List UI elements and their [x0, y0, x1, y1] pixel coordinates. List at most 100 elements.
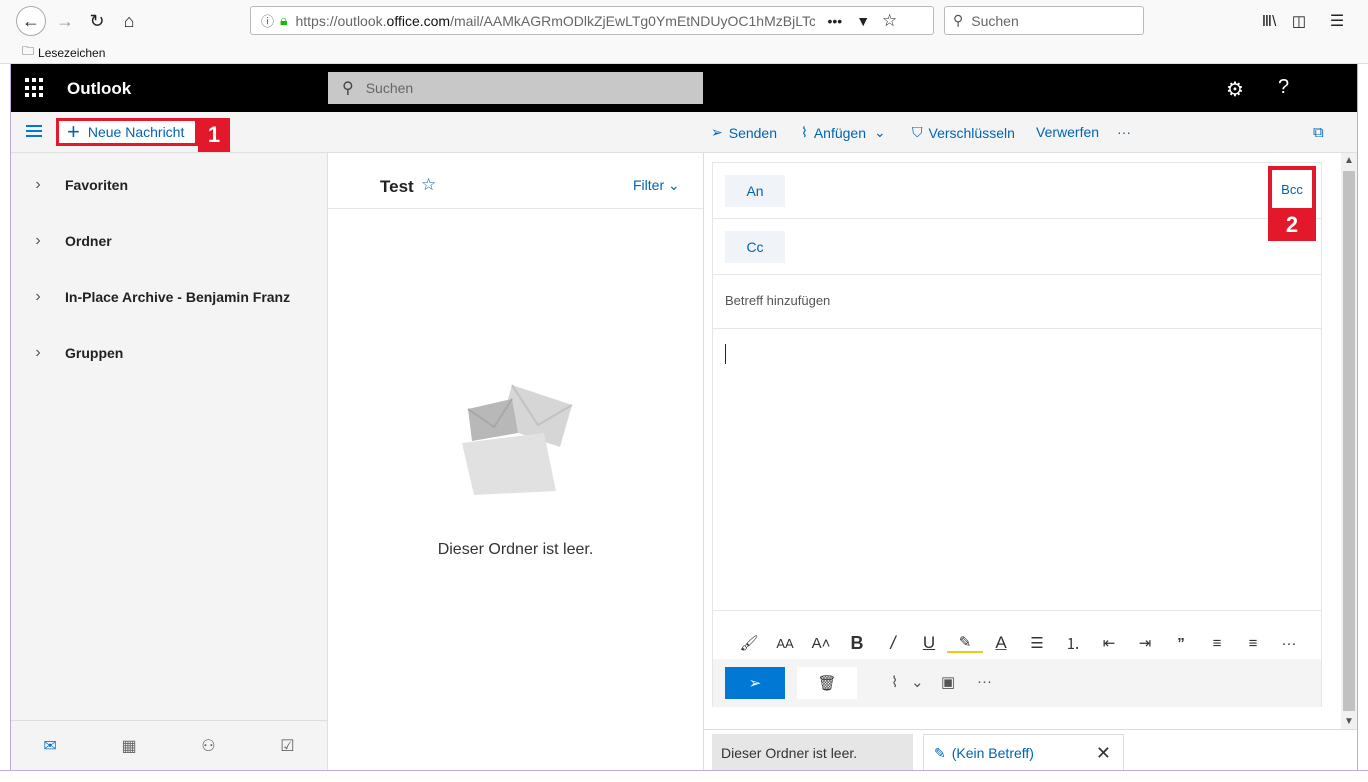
shield-icon: ⛉: [912, 124, 923, 140]
bullets-icon[interactable]: ☰: [1019, 634, 1055, 652]
browser-toolbar: ← → ↻ ⌂ ⓘ 🔒︎ https://outlook.office.com/…: [0, 0, 1368, 64]
send-button[interactable]: ➢: [725, 667, 785, 699]
divider: [713, 274, 1321, 275]
chevron-right-icon: ›: [35, 344, 41, 361]
page-actions-icon[interactable]: •••: [827, 13, 842, 29]
bold-icon[interactable]: B: [839, 633, 875, 654]
bookmarks-folder[interactable]: 🗀 Lesezeichen: [22, 42, 105, 63]
info-icon[interactable]: ⓘ: [261, 11, 274, 30]
filter-button[interactable]: Filter ⌄: [633, 177, 680, 194]
menu-icon[interactable]: ☰: [1322, 6, 1352, 36]
decrease-indent-icon[interactable]: ⇤: [1091, 634, 1127, 652]
people-icon[interactable]: ⚇: [201, 736, 215, 756]
attach-label: Anfügen: [813, 124, 867, 141]
back-arrow-icon[interactable]: ←: [16, 6, 46, 36]
font-color-icon[interactable]: A: [983, 633, 1019, 653]
scroll-up-icon[interactable]: ▲: [1344, 155, 1354, 166]
hamburger-icon[interactable]: [26, 125, 42, 140]
to-button[interactable]: An: [725, 175, 785, 207]
module-switcher: ✉ ▦ ⚇ ☑: [11, 720, 327, 770]
more-commands-icon[interactable]: ···: [1117, 124, 1131, 140]
empty-folder-text: Dieser Ordner ist leer.: [437, 541, 594, 558]
chevron-down-icon: ⌄: [874, 124, 886, 140]
insert-image-icon[interactable]: ▣: [941, 673, 955, 691]
sidebar-icon[interactable]: ◫: [1284, 6, 1314, 36]
tab-label: (Kein Betreff): [951, 745, 1034, 761]
close-icon[interactable]: ✕: [1096, 743, 1111, 764]
cc-button[interactable]: Cc: [725, 231, 785, 263]
italic-icon[interactable]: /: [875, 633, 911, 654]
nav-item-archive[interactable]: › In-Place Archive - Benjamin Franz: [11, 269, 327, 325]
body-editor-caret[interactable]: [725, 344, 726, 364]
folder-pane: › Favoriten › Ordner › In-Place Archive …: [11, 153, 328, 770]
discard-command[interactable]: Verwerfen: [1036, 124, 1099, 140]
formatting-toolbar: 🖌︎ AA A˄ B / U ✎ A ☰ ⒈ ⇤ ⇥ ” ≡ ≡ ···: [713, 623, 1321, 663]
vertical-scrollbar[interactable]: ▲ ▼: [1341, 153, 1357, 729]
highlight-icon[interactable]: ✎: [947, 633, 983, 653]
divider: [713, 610, 1321, 611]
search-icon: ⚲: [342, 80, 354, 97]
browser-search-input[interactable]: ⚲ Suchen: [944, 6, 1144, 35]
more-formatting-icon[interactable]: ···: [1271, 635, 1307, 652]
scroll-down-icon[interactable]: ▼: [1344, 716, 1354, 727]
nav-item-label: Gruppen: [65, 345, 124, 361]
increase-indent-icon[interactable]: ⇥: [1127, 634, 1163, 652]
new-message-button[interactable]: + Neue Nachricht: [56, 118, 198, 146]
forward-arrow-icon[interactable]: →: [50, 6, 80, 36]
more-options-icon[interactable]: ···: [977, 673, 992, 690]
scrollbar-thumb[interactable]: [1343, 171, 1355, 711]
numbering-icon[interactable]: ⒈: [1055, 633, 1091, 654]
favorite-star-icon[interactable]: ☆: [421, 175, 436, 195]
home-icon[interactable]: ⌂: [114, 6, 144, 36]
help-icon[interactable]: ?: [1278, 76, 1289, 99]
encrypt-label: Verschlüsseln: [928, 124, 1015, 141]
align-center-icon[interactable]: ≡: [1235, 635, 1271, 652]
command-bar: + Neue Nachricht 1 ➢ Senden ⌇ Anfügen ⌄ …: [11, 112, 1357, 153]
tab-empty-folder[interactable]: Dieser Ordner ist leer.: [712, 734, 913, 771]
format-painter-icon[interactable]: 🖌︎: [731, 634, 767, 652]
tab-draft[interactable]: ✎ (Kein Betreff) ✕: [923, 734, 1124, 771]
folder-title: Test: [380, 177, 414, 196]
bcc-button[interactable]: Bcc: [1272, 170, 1312, 208]
mail-icon[interactable]: ✉: [43, 736, 56, 756]
subject-input[interactable]: Betreff hinzufügen: [725, 293, 830, 308]
nav-item-gruppen[interactable]: › Gruppen: [11, 325, 327, 381]
trash-icon: 🗑︎: [817, 675, 837, 692]
nav-item-ordner[interactable]: › Ordner: [11, 213, 327, 269]
popout-icon[interactable]: ⧉: [1313, 124, 1324, 141]
filter-label: Filter: [633, 177, 665, 193]
url-bar[interactable]: ⓘ 🔒︎ https://outlook.office.com/mail/AAM…: [250, 6, 934, 35]
lock-icon: 🔒︎: [280, 12, 288, 28]
app-launcher-icon[interactable]: [25, 78, 45, 98]
chevron-right-icon: ›: [35, 288, 41, 305]
calendar-icon[interactable]: ▦: [121, 736, 136, 756]
library-icon[interactable]: Ⅲ\: [1254, 6, 1284, 36]
chevron-down-icon[interactable]: ⌄: [911, 673, 924, 691]
send-command[interactable]: ➢ Senden: [711, 124, 777, 141]
align-left-icon[interactable]: ≡: [1199, 635, 1235, 652]
tasks-icon[interactable]: ☑: [280, 736, 294, 756]
reload-icon[interactable]: ↻: [82, 6, 112, 36]
send-icon: ➢: [711, 124, 723, 140]
nav-item-favoriten[interactable]: › Favoriten: [11, 157, 327, 213]
encrypt-command[interactable]: ⛉ Verschlüsseln: [912, 124, 1015, 141]
paperclip-icon: ⌇: [801, 124, 808, 140]
font-size-icon[interactable]: AA: [767, 636, 803, 651]
nav-item-label: Ordner: [65, 233, 112, 249]
quote-icon[interactable]: ”: [1163, 635, 1199, 652]
pocket-icon[interactable]: ▼: [856, 13, 870, 29]
bookmark-star-icon[interactable]: ☆: [882, 11, 897, 31]
gear-icon[interactable]: ⚙: [1226, 77, 1244, 102]
empty-envelopes-icon: [462, 384, 573, 495]
underline-icon[interactable]: U: [911, 633, 947, 653]
app-title[interactable]: Outlook: [67, 79, 131, 99]
attach-command[interactable]: ⌇ Anfügen ⌄: [801, 124, 886, 141]
compose-form: An Cc Bcc 2 Betreff hinzufügen 🖌︎ AA A˄ …: [712, 162, 1322, 707]
nav-item-label: In-Place Archive - Benjamin Franz: [65, 289, 291, 305]
paperclip-icon[interactable]: ⌇: [891, 673, 898, 691]
plus-icon: +: [67, 119, 80, 144]
discard-button[interactable]: 🗑︎: [797, 667, 857, 699]
mail-search-input[interactable]: ⚲ Suchen: [328, 72, 703, 104]
grow-font-icon[interactable]: A˄: [803, 635, 839, 652]
new-message-label: Neue Nachricht: [87, 124, 185, 140]
